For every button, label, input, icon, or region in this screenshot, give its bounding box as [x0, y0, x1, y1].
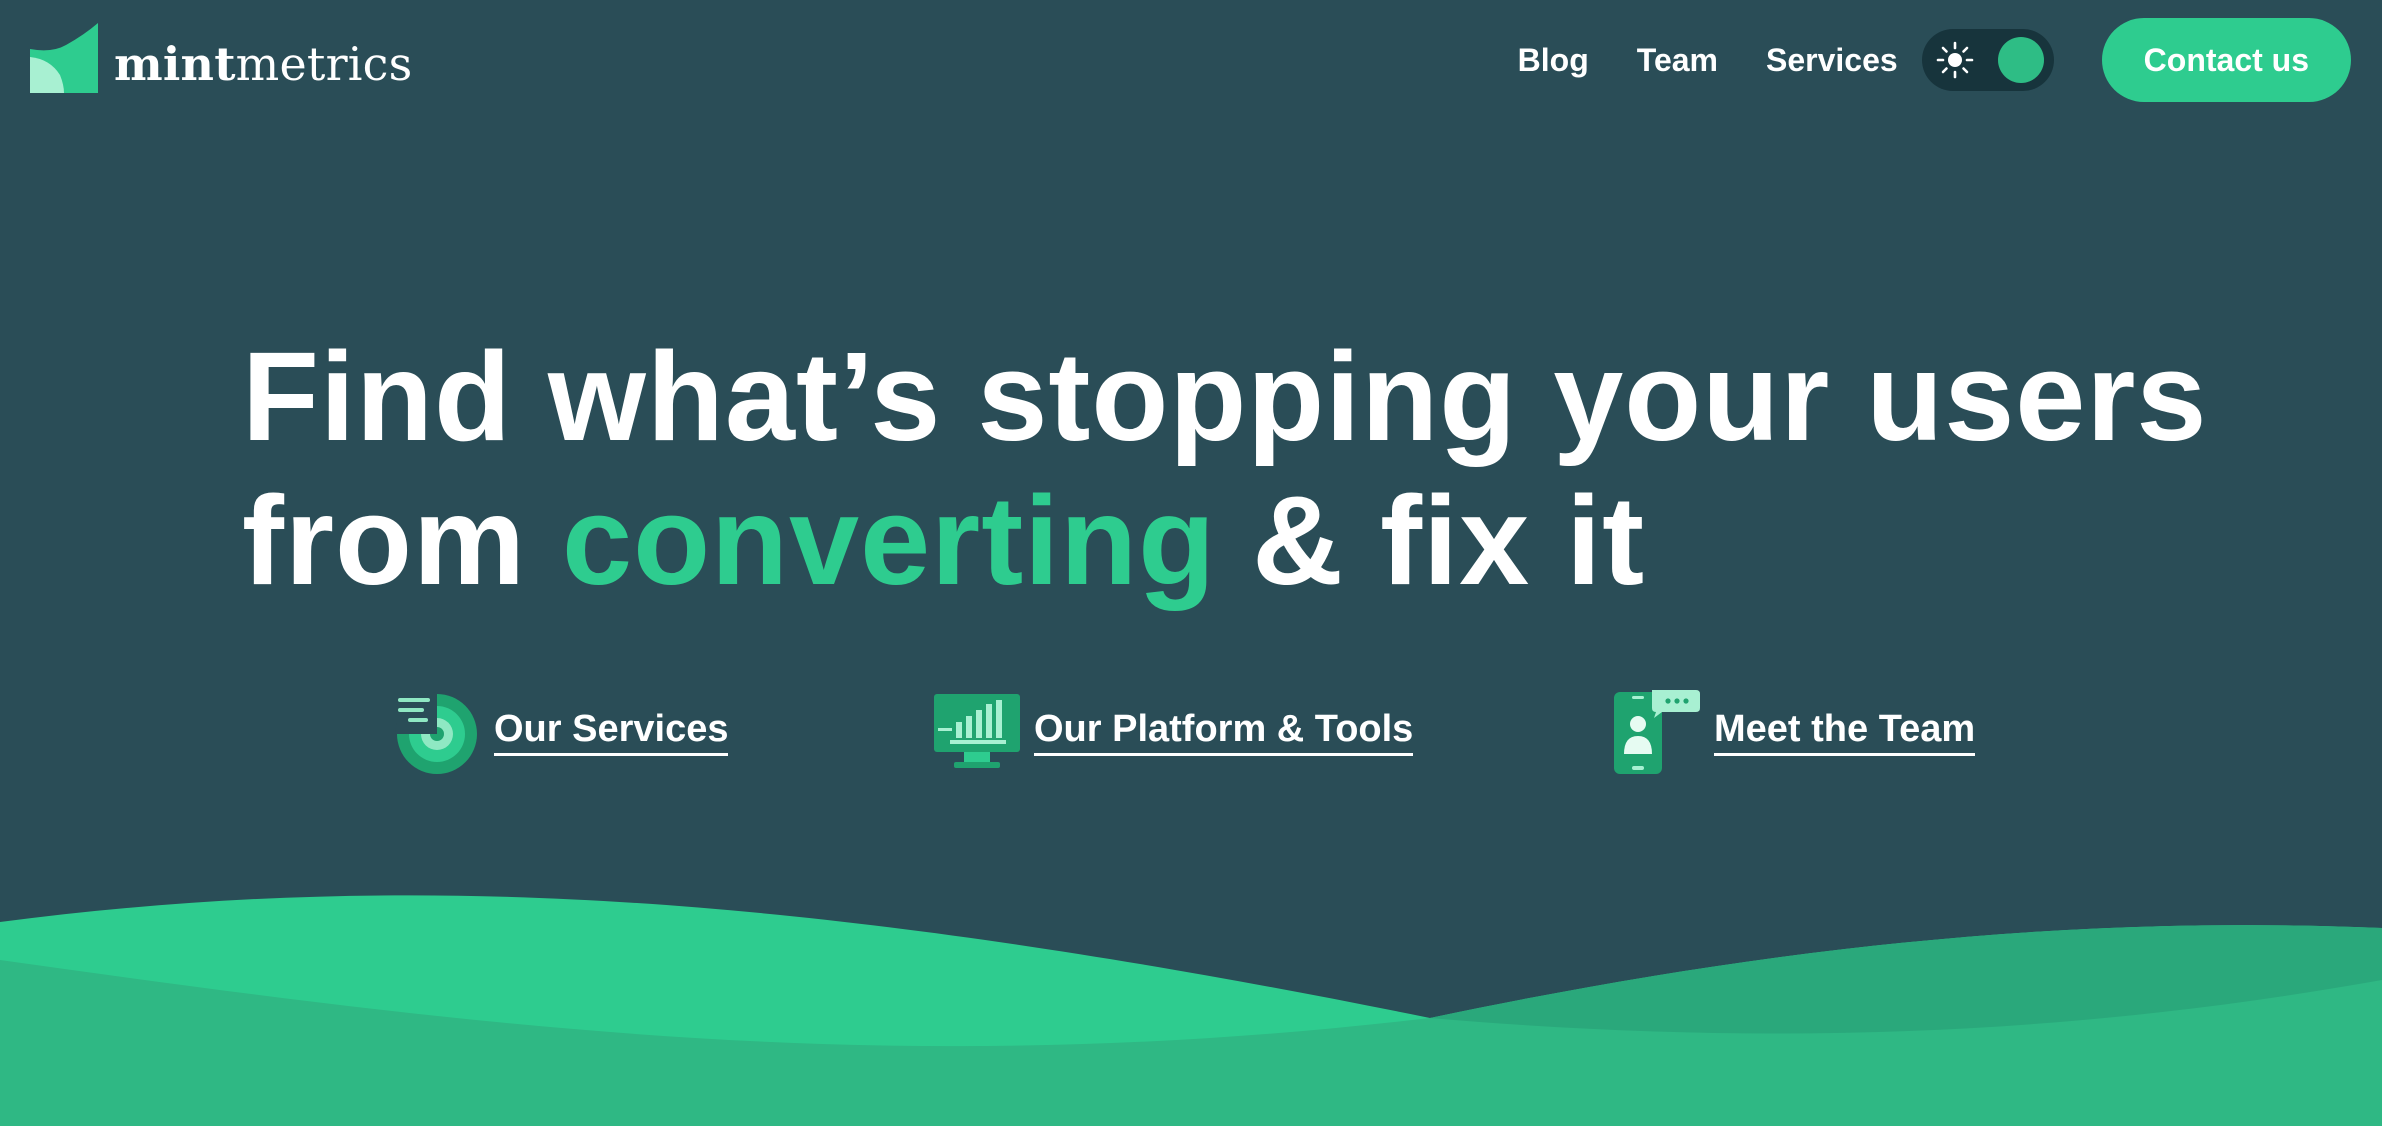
quick-link-label: Meet the Team [1714, 707, 1976, 756]
quick-link-label: Our Services [494, 707, 729, 756]
logo-text-bold: mint [114, 37, 236, 91]
monitor-chart-icon [934, 694, 1020, 768]
logo-link[interactable]: mintmetrics [30, 22, 412, 94]
hero-headline: Find what’s stopping your users from con… [242, 325, 2242, 613]
contact-us-button[interactable]: Contact us [2101, 18, 2351, 102]
hero-line-1: Find what’s stopping your users [242, 326, 2208, 467]
mintmetrics-logo-icon [30, 23, 98, 93]
target-chart-icon [395, 692, 477, 774]
phone-chat-icon [1614, 690, 1700, 774]
logo-wordmark: mintmetrics [114, 41, 412, 87]
quick-link-meet-the-team[interactable]: Meet the Team [1612, 686, 1976, 776]
sun-icon [1936, 41, 1973, 79]
logo-text-light: metrics [235, 37, 413, 91]
toggle-knob [1997, 37, 2044, 83]
main-nav: Blog Team Services Contact us [1518, 18, 2351, 102]
quick-links: Our Services Our Platform & Tools Meet t… [0, 686, 2382, 776]
quick-link-our-platform-tools[interactable]: Our Platform & Tools [932, 686, 1414, 776]
nav-link-team[interactable]: Team [1637, 42, 1718, 79]
decorative-waves [0, 895, 2382, 1126]
nav-link-blog[interactable]: Blog [1518, 42, 1589, 79]
hero-line-2-start: from [242, 470, 562, 611]
quick-link-our-services[interactable]: Our Services [392, 686, 729, 776]
nav-link-services[interactable]: Services [1766, 42, 1898, 79]
quick-link-label: Our Platform & Tools [1034, 707, 1414, 756]
site-header: mintmetrics Blog Team Services Contact u… [0, 0, 2382, 122]
theme-toggle[interactable] [1921, 29, 2054, 91]
hero-accent-word: converting [562, 470, 1217, 611]
hero-line-2-end: & fix it [1216, 470, 1646, 611]
